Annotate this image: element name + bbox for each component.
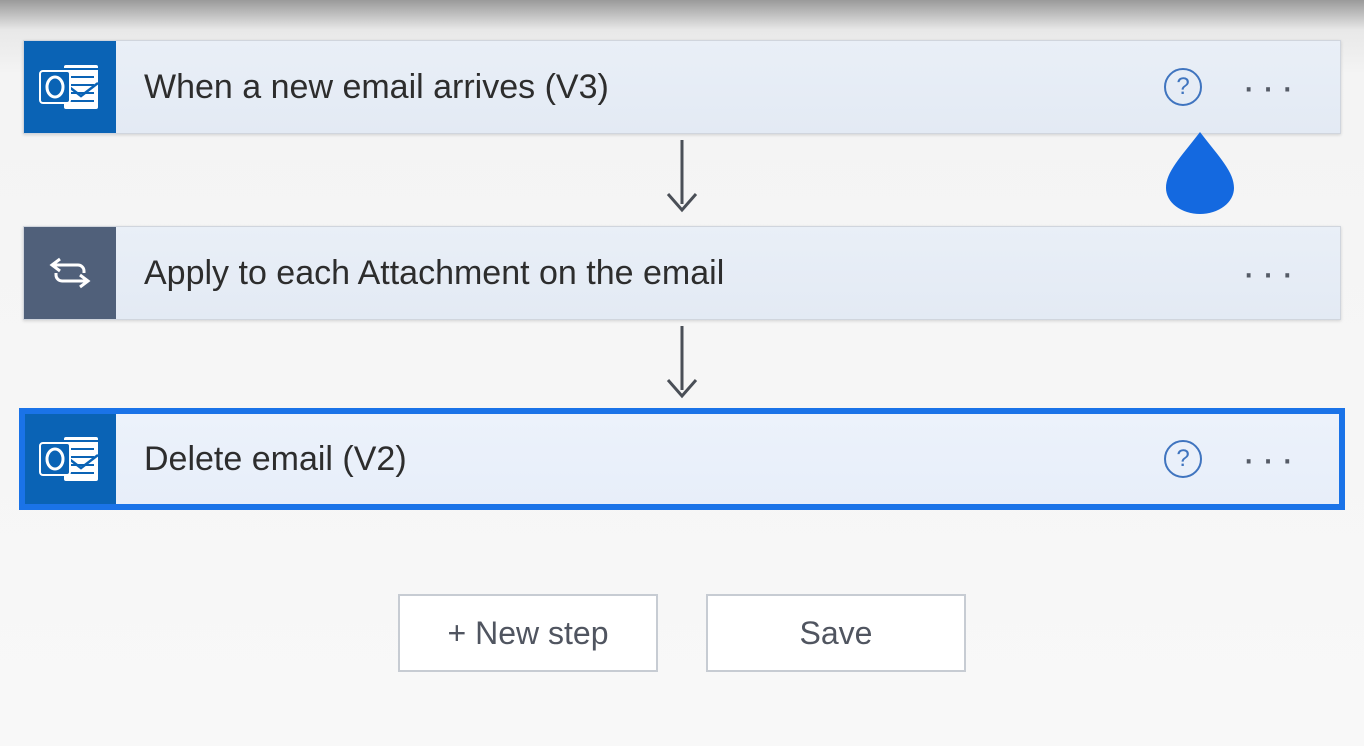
outlook-icon [24, 413, 116, 505]
flow-arrow [662, 134, 702, 226]
flow-arrow [662, 320, 702, 412]
more-menu-icon[interactable]: ··· [1242, 67, 1340, 107]
outlook-icon [24, 41, 116, 133]
footer-actions: + New step Save [398, 594, 966, 672]
more-menu-icon[interactable]: ··· [1242, 253, 1340, 293]
help-icon[interactable]: ? [1164, 68, 1202, 106]
save-button[interactable]: Save [706, 594, 966, 672]
new-step-button[interactable]: + New step [398, 594, 658, 672]
drop-indicator-icon [1162, 130, 1238, 214]
flow-canvas: When a new email arrives (V3) ? ··· Appl… [0, 0, 1364, 672]
loop-icon [24, 227, 116, 319]
help-icon[interactable]: ? [1164, 440, 1202, 478]
more-menu-icon[interactable]: ··· [1242, 439, 1340, 479]
step-apply-to-each[interactable]: Apply to each Attachment on the email ··… [23, 226, 1341, 320]
step-title: Delete email (V2) [116, 440, 1164, 479]
step-trigger-new-email[interactable]: When a new email arrives (V3) ? ··· [23, 40, 1341, 134]
step-title: Apply to each Attachment on the email [116, 254, 1242, 293]
step-delete-email[interactable]: Delete email (V2) ? ··· [23, 412, 1341, 506]
step-title: When a new email arrives (V3) [116, 68, 1164, 107]
